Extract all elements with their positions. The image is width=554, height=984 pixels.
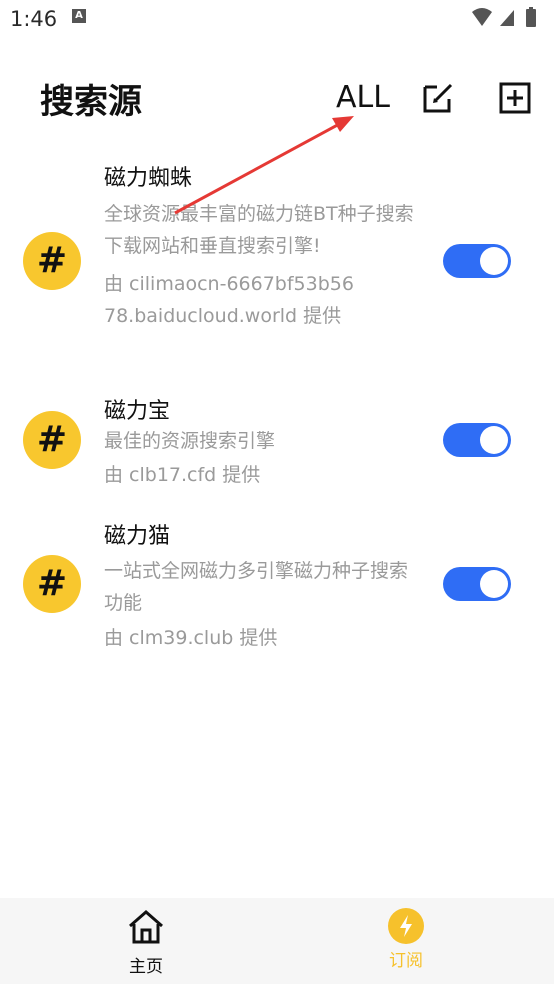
page-title: 搜索源 [40, 82, 142, 122]
status-bar: 1:46 A [0, 0, 554, 40]
source-provider: 由 clb17.cfd 提供 [104, 464, 261, 486]
hash-icon: # [23, 555, 81, 613]
notification-icon: A [72, 9, 86, 23]
bottom-nav: 主页 订阅 [0, 898, 554, 984]
source-provider: 由 clm39.club 提供 [104, 627, 278, 649]
add-button[interactable] [498, 81, 532, 115]
source-item[interactable]: 磁力猫 一站式全网磁力多引擎磁力种子搜索功能 由 clm39.club 提供 # [0, 510, 554, 660]
toggle-knob [480, 570, 508, 598]
hash-icon: # [23, 411, 81, 469]
source-description: 全球资源最丰富的磁力链BT种子搜索下载网站和垂直搜索引擎! [104, 203, 414, 257]
enable-toggle[interactable] [443, 244, 511, 278]
nav-subscribe[interactable]: 订阅 [366, 908, 446, 971]
home-icon [129, 910, 163, 944]
source-item[interactable]: 磁力蜘蛛 全球资源最丰富的磁力链BT种子搜索下载网站和垂直搜索引擎! 由 cil… [0, 150, 554, 370]
toggle-knob [480, 247, 508, 275]
source-name: 磁力宝 [104, 399, 171, 424]
source-description: 最佳的资源搜索引擎 [104, 430, 276, 452]
enable-toggle[interactable] [443, 423, 511, 457]
hash-icon: # [23, 232, 81, 290]
status-time: 1:46 [10, 7, 58, 31]
source-provider: 由 cilimaocn-6667bf53b5678.baiducloud.wor… [104, 273, 354, 327]
nav-home-label: 主页 [129, 957, 163, 977]
wifi-signal-battery-icon [472, 7, 536, 27]
edit-icon [423, 83, 453, 113]
source-item[interactable]: 磁力宝 最佳的资源搜索引擎 由 clb17.cfd 提供 # [0, 385, 554, 495]
status-icons [470, 6, 540, 34]
source-name: 磁力蜘蛛 [104, 166, 193, 191]
nav-subscribe-label: 订阅 [389, 951, 423, 971]
lightning-icon [388, 908, 424, 944]
nav-home[interactable]: 主页 [106, 908, 186, 977]
source-description: 一站式全网磁力多引擎磁力种子搜索功能 [104, 560, 409, 614]
toggle-knob [480, 426, 508, 454]
enable-toggle[interactable] [443, 567, 511, 601]
source-name: 磁力猫 [104, 524, 171, 549]
all-button[interactable]: ALL [336, 80, 390, 115]
add-box-icon [499, 82, 531, 114]
edit-button[interactable] [421, 81, 455, 115]
